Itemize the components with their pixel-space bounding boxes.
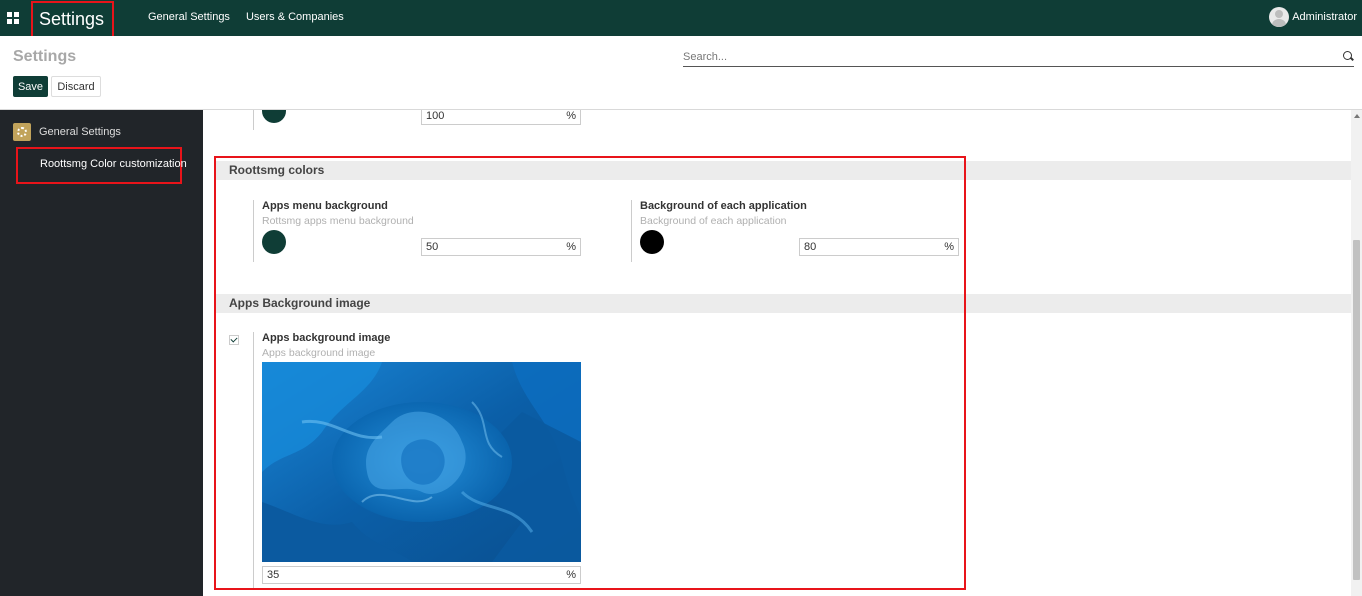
sidebar-sub-label: Roottsmg Color customization <box>40 158 187 170</box>
setting-apps-menu-background: Apps menu background Rottsmg apps menu b… <box>253 200 583 262</box>
setting-app-background: Background of each application Backgroun… <box>631 200 961 262</box>
settings-sidebar: General Settings Roottsmg Color customiz… <box>0 110 203 596</box>
percent-sign: % <box>944 241 954 253</box>
background-image-checkbox[interactable] <box>229 335 239 345</box>
vertical-scrollbar[interactable] <box>1351 110 1362 596</box>
section-header-background-image: Apps Background image <box>215 294 1351 313</box>
search-bar <box>683 48 1354 67</box>
sidebar-item-general-settings[interactable]: General Settings <box>13 123 121 141</box>
scroll-up-arrow-icon[interactable] <box>1354 114 1360 118</box>
menu-users-companies[interactable]: Users & Companies <box>246 11 344 23</box>
discard-button[interactable]: Discard <box>51 76 101 97</box>
scroll-thumb[interactable] <box>1353 240 1360 580</box>
abstract-blue-image <box>262 362 581 562</box>
top-navbar: Settings General Settings Users & Compan… <box>0 0 1362 39</box>
sidebar-item-color-customization[interactable]: Roottsmg Color customization <box>16 147 187 184</box>
percent-sign: % <box>566 110 576 122</box>
menu-general-settings[interactable]: General Settings <box>148 11 230 23</box>
percent-field: % <box>421 110 581 125</box>
color-swatch[interactable] <box>640 230 664 254</box>
setting-title: Background of each application <box>640 200 807 212</box>
app-title[interactable]: Settings <box>31 1 114 39</box>
avatar <box>1269 7 1290 27</box>
percent-sign: % <box>566 241 576 253</box>
setting-title: Apps background image <box>262 332 391 344</box>
percent-sign: % <box>566 569 576 581</box>
setting-description: Apps background image <box>262 347 376 359</box>
control-panel: Settings Save Discard <box>0 36 1362 110</box>
user-menu[interactable]: Administrator <box>1269 7 1357 27</box>
sidebar-item-label: General Settings <box>39 126 121 138</box>
background-image-preview[interactable] <box>262 362 581 562</box>
previous-setting: % <box>253 110 583 130</box>
settings-content: % Roottsmg colors Apps menu background R… <box>203 110 1362 596</box>
save-button[interactable]: Save <box>13 76 48 97</box>
gear-icon <box>13 123 31 141</box>
percent-input[interactable] <box>263 567 553 583</box>
page-title: Settings <box>13 48 77 65</box>
percent-input[interactable] <box>800 239 940 255</box>
user-name: Administrator <box>1292 11 1357 23</box>
percent-field: % <box>799 238 959 256</box>
main-menu: General Settings Users & Companies <box>148 11 344 23</box>
setting-description: Rottsmg apps menu background <box>262 215 414 227</box>
percent-field: % <box>262 566 581 584</box>
percent-input[interactable] <box>422 239 562 255</box>
percent-field: % <box>421 238 581 256</box>
color-swatch[interactable] <box>262 110 286 123</box>
search-input[interactable] <box>683 48 1333 65</box>
search-icon[interactable] <box>1343 51 1352 60</box>
setting-description: Background of each application <box>640 215 787 227</box>
setting-title: Apps menu background <box>262 200 388 212</box>
percent-input[interactable] <box>422 110 562 124</box>
apps-menu-icon[interactable] <box>7 12 19 24</box>
section-header-colors: Roottsmg colors <box>215 161 1351 180</box>
color-swatch[interactable] <box>262 230 286 254</box>
